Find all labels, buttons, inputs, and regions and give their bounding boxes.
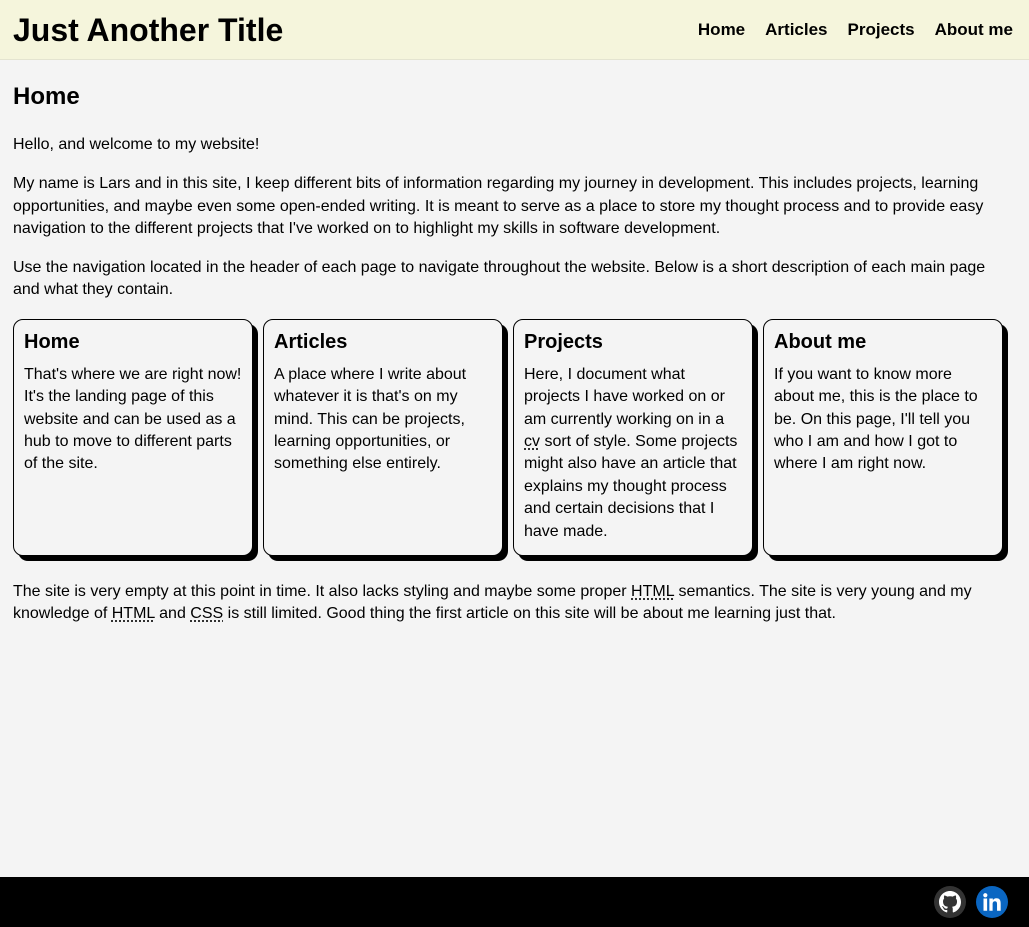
nav-projects[interactable]: Projects — [848, 20, 915, 40]
main-content: Home Hello, and welcome to my website! M… — [0, 84, 1029, 625]
card-text: A place where I write about whatever it … — [274, 365, 467, 473]
page-cards: Home That's where we are right now! It's… — [13, 318, 1016, 556]
card-text: That's where we are right now! It's the … — [24, 365, 242, 473]
card-title: Home — [24, 330, 80, 353]
closing-text: The site is very empty at this point in … — [13, 582, 632, 600]
abbr-html: HTML — [631, 582, 675, 600]
card-title: Articles — [274, 330, 348, 353]
site-title: Just Another Title — [13, 11, 284, 48]
closing-text: and — [154, 605, 191, 623]
intro-paragraph: Use the navigation located in the header… — [13, 259, 986, 299]
card-projects: Projects Here, I document what projects … — [513, 318, 753, 556]
card-text: Here, I document what projects I have wo… — [524, 364, 742, 543]
site-footer — [0, 877, 1029, 927]
card-title: About me — [774, 330, 867, 353]
nav-articles[interactable]: Articles — [765, 20, 827, 40]
nav-about-me[interactable]: About me — [935, 20, 1013, 40]
nav-home[interactable]: Home — [698, 20, 745, 40]
card-title: Projects — [524, 330, 603, 353]
intro-paragraph: Hello, and welcome to my website! — [13, 136, 260, 153]
github-icon — [939, 891, 961, 913]
card-text-part: Here, I document what projects I have wo… — [524, 365, 725, 428]
linkedin-link[interactable] — [976, 886, 1008, 918]
github-link[interactable] — [934, 886, 966, 918]
closing-paragraph: The site is very empty at this point in … — [13, 581, 1016, 626]
page-title: Home — [13, 83, 80, 110]
abbr-cv: cv — [524, 433, 540, 450]
abbr-html: HTML — [111, 605, 155, 623]
closing-text: is still limited. Good thing the first a… — [223, 605, 836, 623]
linkedin-icon — [983, 893, 1001, 911]
card-text: If you want to know more about me, this … — [774, 365, 978, 473]
card-articles: Articles A place where I write about wha… — [263, 318, 503, 556]
abbr-css: CSS — [190, 605, 224, 623]
card-about-me: About me If you want to know more about … — [763, 318, 1003, 556]
card-home: Home That's where we are right now! It's… — [13, 318, 253, 556]
intro-paragraph: My name is Lars and in this site, I keep… — [13, 175, 984, 237]
site-header: Just Another Title Home Articles Project… — [0, 0, 1029, 60]
card-text-part: sort of style. Some projects might also … — [524, 433, 738, 540]
main-nav: Home Articles Projects About me — [698, 20, 1016, 40]
